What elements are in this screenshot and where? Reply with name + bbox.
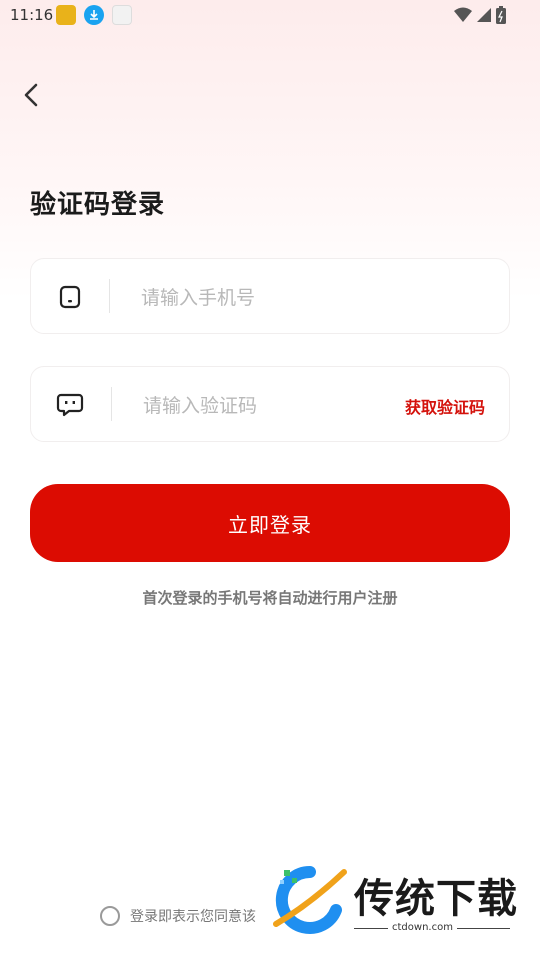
- chevron-left-icon: [24, 83, 38, 107]
- watermark-logo-icon: [273, 865, 347, 934]
- message-icon: [55, 390, 85, 420]
- wifi-icon: [454, 7, 472, 22]
- app-badge-icon: [56, 5, 76, 25]
- signal-icon: [477, 8, 491, 22]
- phone-input[interactable]: [139, 277, 383, 319]
- watermark-title: 传统下载: [354, 876, 518, 922]
- agreement-checkbox[interactable]: [100, 906, 120, 926]
- get-code-button[interactable]: 获取验证码: [405, 394, 485, 418]
- login-button[interactable]: 立即登录: [30, 484, 510, 562]
- system-icons: [454, 6, 506, 24]
- phone-icon: [55, 282, 85, 312]
- agreement-row: 登录即表示您同意该: [100, 906, 256, 926]
- phone-field: [30, 258, 510, 334]
- notification-icons: [56, 5, 132, 25]
- back-button[interactable]: [16, 78, 46, 112]
- field-divider: [111, 387, 112, 421]
- register-hint: 首次登录的手机号将自动进行用户注册: [142, 589, 398, 607]
- battery-icon: [496, 6, 506, 24]
- page-title: 验证码登录: [30, 190, 166, 220]
- watermark: 传统下载 ctdown.com: [270, 864, 520, 940]
- field-divider: [109, 279, 110, 313]
- download-icon: [84, 5, 104, 25]
- app-thumbnail-icon: [112, 5, 132, 25]
- agreement-text: 登录即表示您同意该: [130, 909, 256, 925]
- watermark-url: ctdown.com: [388, 922, 457, 933]
- code-input[interactable]: [141, 385, 345, 427]
- status-bar: 11:16: [0, 0, 540, 32]
- status-time: 11:16: [10, 6, 54, 24]
- code-field: 获取验证码: [30, 366, 510, 442]
